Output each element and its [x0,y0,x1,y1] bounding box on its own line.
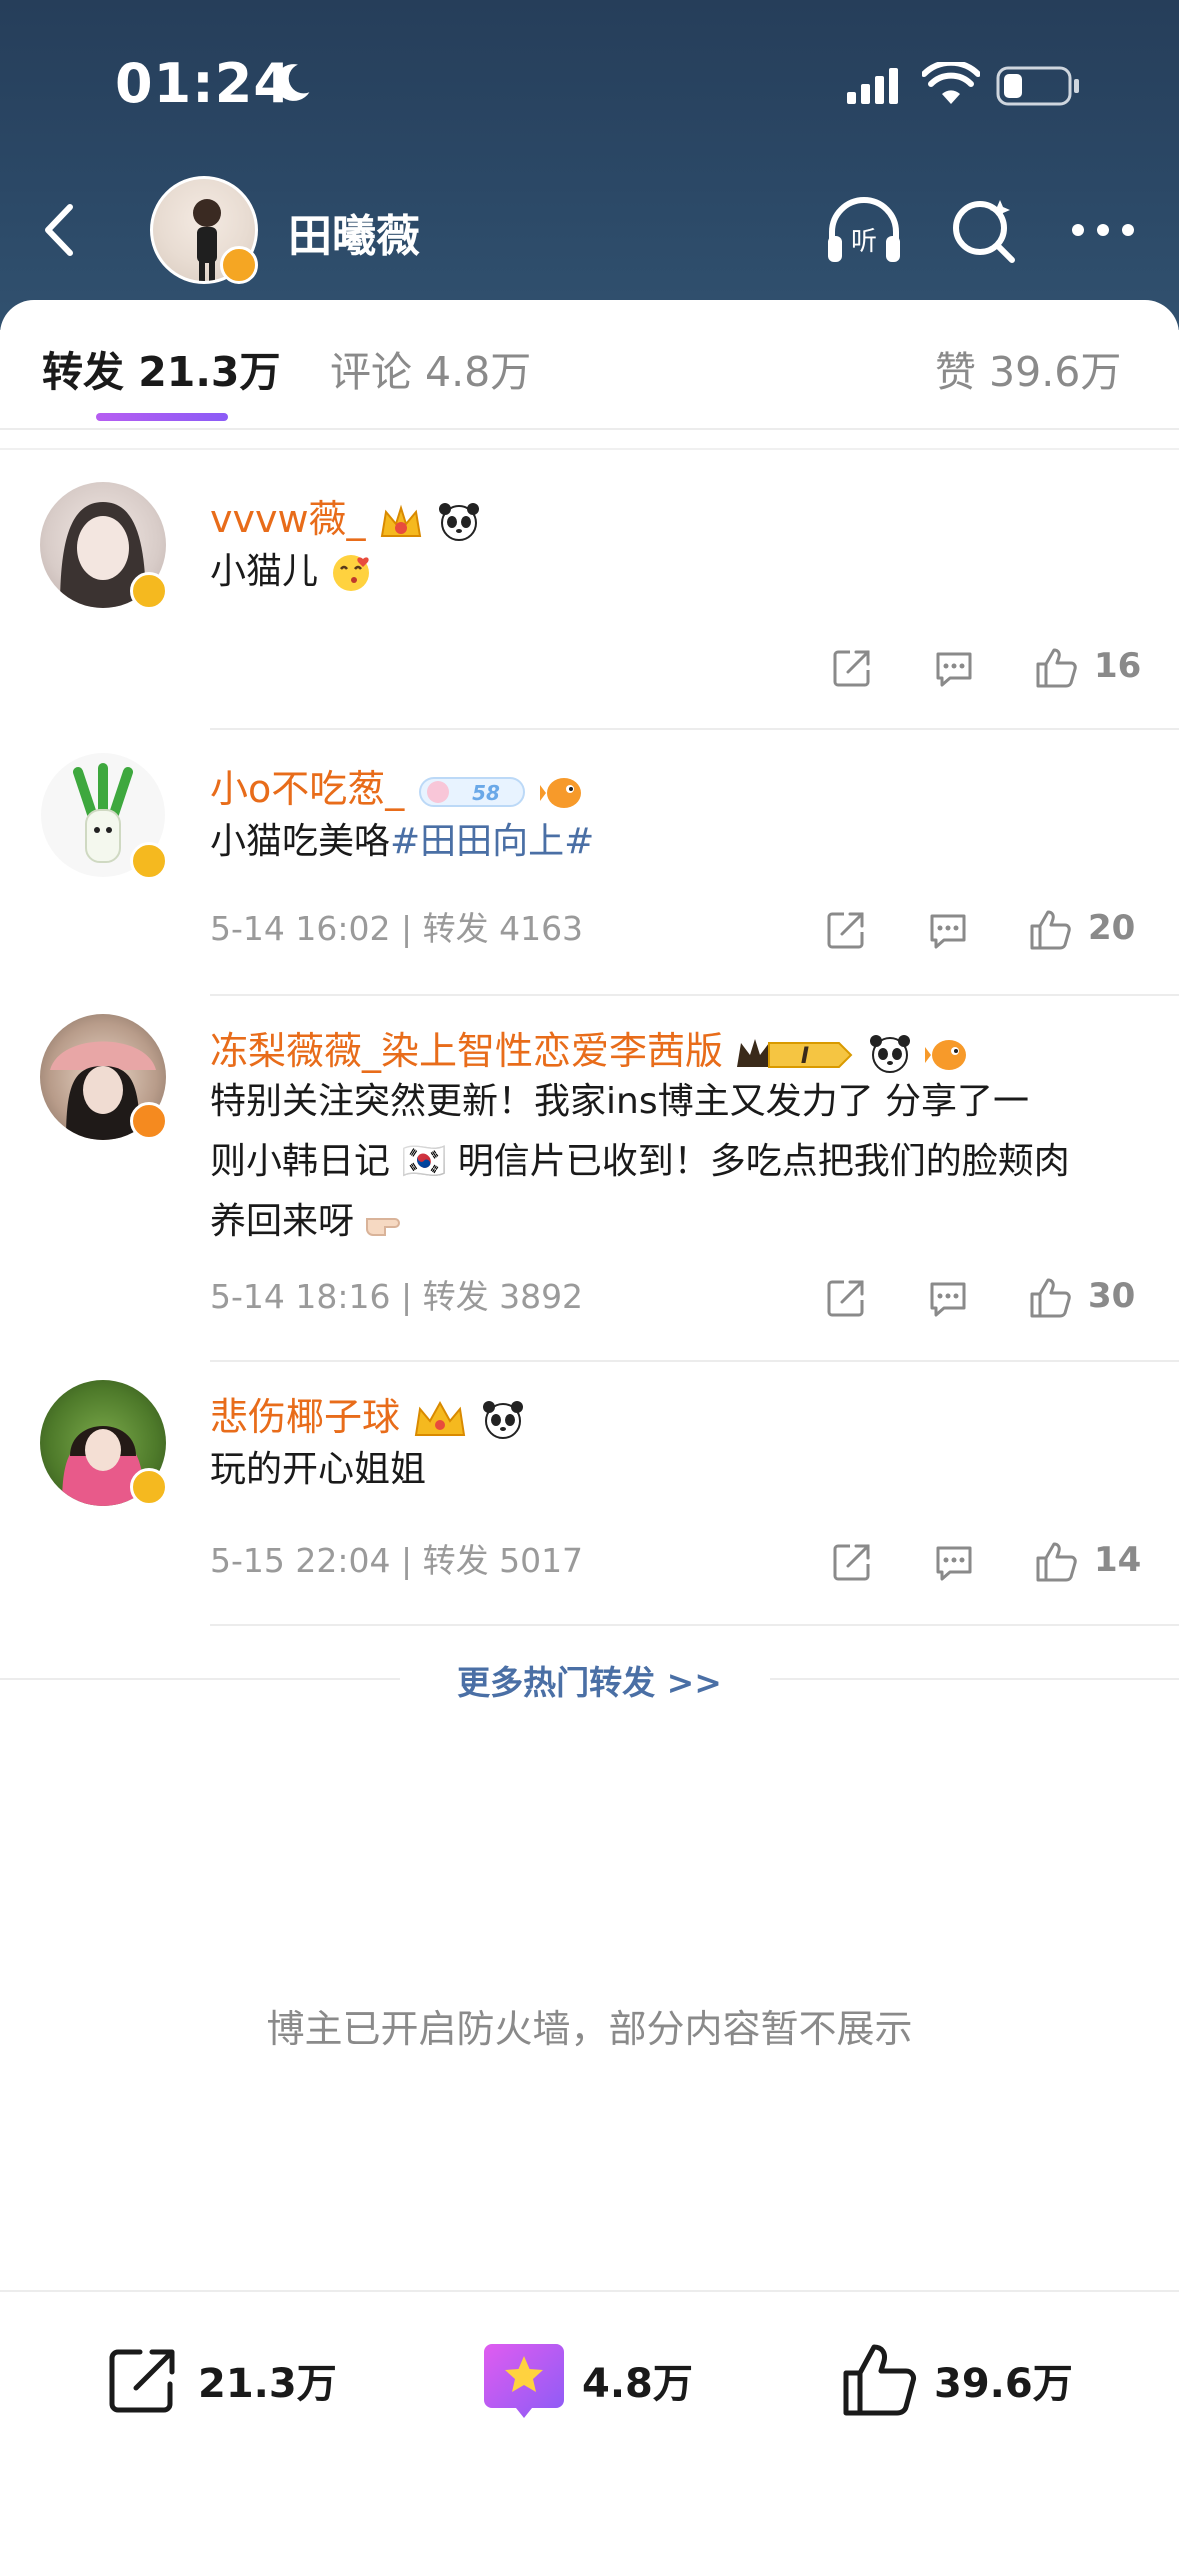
comment-text: 小猫儿 [210,542,1140,602]
more-hot-reposts-link[interactable]: 更多热门转发 >> [0,1656,1179,1704]
comment-meta: 5-14 16:02 | 转发 4163 [210,909,584,948]
member-level-label: I [801,1044,809,1069]
like-icon[interactable] [1028,1276,1072,1320]
content-panel: 转发 21.3万 评论 4.8万 赞 39.6万 vvvw薇_ 小猫儿 16 小… [0,300,1179,2556]
verified-badge-icon [130,572,168,610]
repost-item[interactable]: 冻梨薇薇_染上智性恋爱李茜版 I 特别关注突然更新！我家ins博主又发力了 分享… [0,994,1179,1362]
user-name[interactable]: 悲伤椰子球 [210,1386,526,1441]
bottom-action-bar: 21.3万 4.8万 39.6万 [0,2290,1179,2556]
page-title: 田曦薇 [288,211,420,262]
repost-item[interactable]: 悲伤椰子球 玩的开心姐姐 5-15 22:04 | 转发 5017 14 [0,1360,1179,1626]
repost-item[interactable]: 小o不吃葱_ 58 小猫吃美咯#田田向上# 5-14 16:02 | 转发 41… [0,730,1179,996]
fan-level-badge-icon: 58 [419,776,526,807]
tab-comment-count: 4.8万 [425,348,532,396]
tab-like[interactable]: 赞 39.6万 [935,338,1121,398]
comment-text: 玩的开心姐姐 [210,1449,427,1490]
comment-meta: 5-14 18:16 | 转发 3892 [210,1277,584,1316]
comment-count: 4.8万 [582,2361,693,2407]
like-icon[interactable] [1034,646,1078,690]
comment-icon[interactable] [932,1540,976,1584]
repost-action[interactable]: 21.3万 [106,2340,337,2420]
like-icon [843,2344,916,2416]
divider [0,448,1179,450]
user-name[interactable]: 冻梨薇薇_染上智性恋爱李茜版 I [210,1020,971,1075]
moon-icon [275,64,310,101]
status-bar: 01:24 [0,0,1179,170]
like-count: 39.6万 [934,2361,1073,2407]
verified-badge-icon [220,246,258,284]
repost-icon[interactable] [830,1540,874,1584]
kiss-emoji-icon [333,555,370,591]
like-count: 30 [1088,1276,1136,1316]
comment-icon[interactable] [926,908,970,952]
panda-emoji-icon [438,502,479,541]
repost-icon[interactable] [830,646,874,690]
hashtag-link[interactable]: #田田向上# [390,821,594,862]
user-name[interactable]: vvvw薇_ [210,488,482,543]
pufferfish-emoji-icon [540,777,582,808]
pufferfish-emoji-icon [925,1039,967,1070]
crown-badge-icon [380,504,421,537]
repost-icon [109,2349,175,2413]
panda-emoji-icon [483,1400,524,1439]
tab-repost-label: 转发 [42,348,124,396]
nav-bar: 田曦薇 听 [0,170,1179,290]
header: 01:24 田曦薇 听 [0,0,1179,330]
like-icon[interactable] [1028,908,1072,952]
repost-item[interactable]: vvvw薇_ 小猫儿 16 [0,460,1179,730]
like-count: 20 [1088,908,1136,948]
like-action[interactable]: 39.6万 [840,2340,1073,2420]
comment-action[interactable]: 4.8万 [482,2340,693,2420]
tab-bar: 转发 21.3万 评论 4.8万 赞 39.6万 [0,300,1179,430]
comment-text: 小猫吃美咯#田田向上# [210,821,595,862]
comment-star-icon [484,2344,564,2418]
comment-icon[interactable] [932,646,976,690]
comment-icon[interactable] [926,1276,970,1320]
svg-text:听: 听 [851,227,877,257]
cellular-signal-icon [847,68,898,104]
comment-meta: 5-15 22:04 | 转发 5017 [210,1541,584,1580]
battery-icon [996,66,1079,106]
like-icon[interactable] [1034,1540,1078,1584]
divider [210,1624,1179,1626]
like-count: 14 [1094,1540,1142,1580]
comment-text: 特别关注突然更新！我家ins博主又发力了 分享了一 则小韩日记 🇰🇷 明信片已收… [210,1081,1070,1242]
fan-level-badge-label: 58 [472,781,500,805]
back-icon[interactable] [28,195,98,265]
tabs-divider [0,428,1179,430]
tab-comment-label: 评论 [330,348,412,396]
tab-repost-count: 21.3万 [138,348,281,396]
listen-headphones-icon[interactable]: 听 [822,192,906,268]
repost-icon[interactable] [824,908,868,952]
verified-badge-icon [130,842,168,880]
tab-like-label: 赞 [935,348,976,396]
user-name[interactable]: 小o不吃葱_ 58 [210,758,586,813]
wifi-icon [922,62,980,104]
tab-repost[interactable]: 转发 21.3万 [42,338,280,398]
status-time: 01:24 [115,52,292,115]
more-icon[interactable] [1068,210,1138,250]
verified-badge-icon [130,1468,168,1506]
search-icon[interactable] [948,194,1020,266]
repost-icon[interactable] [824,1276,868,1320]
panda-emoji-icon [870,1034,911,1073]
repost-count: 21.3万 [198,2361,337,2407]
pointing-hand-emoji-icon [366,1218,401,1236]
verified-badge-icon [130,1102,168,1140]
member-crown-badge-icon: I [737,1038,853,1069]
tab-comment[interactable]: 评论 4.8万 [330,338,531,398]
tab-active-indicator [96,413,228,421]
like-count: 16 [1094,646,1142,686]
crown-badge-icon [414,1400,466,1436]
firewall-notice: 博主已开启防火墙，部分内容暂不展示 [266,2007,913,2051]
tab-like-count: 39.6万 [989,348,1122,396]
